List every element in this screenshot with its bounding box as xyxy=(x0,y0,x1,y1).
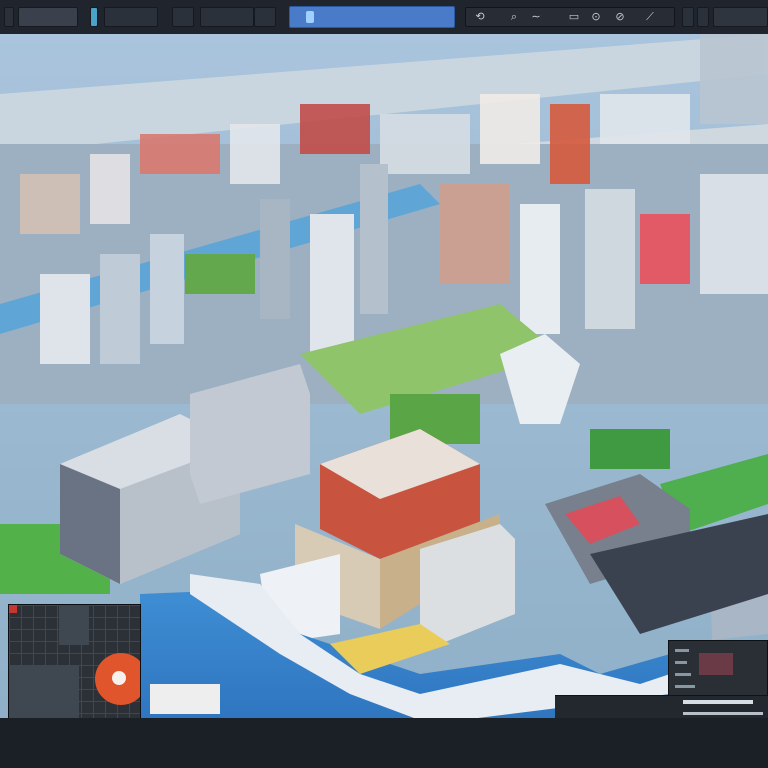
status-progress-bar xyxy=(683,700,753,704)
search-icon xyxy=(306,11,314,23)
info-row xyxy=(675,649,689,652)
save-icon[interactable] xyxy=(172,7,194,27)
minimap[interactable] xyxy=(8,604,141,732)
info-row xyxy=(675,661,687,664)
bottom-bar xyxy=(0,718,768,768)
view-switch-button[interactable] xyxy=(104,7,158,27)
zoom-icon[interactable]: ⌕ xyxy=(506,10,522,24)
brush-icon[interactable]: ⟋ xyxy=(642,10,658,24)
undo-icon[interactable]: ⟲ xyxy=(472,10,488,24)
minimap-close-icon[interactable] xyxy=(9,605,17,613)
rotate-icon[interactable]: ⊙ xyxy=(588,10,604,24)
pan-icon[interactable]: ∼ xyxy=(528,10,544,24)
settings-icon[interactable] xyxy=(682,7,694,27)
help-icon[interactable] xyxy=(697,7,709,27)
mode-indicator xyxy=(90,7,98,27)
layers-icon[interactable]: ⊘ xyxy=(612,10,628,24)
info-row xyxy=(675,673,691,676)
file-icon[interactable] xyxy=(4,7,14,27)
info-row xyxy=(675,685,695,688)
camera-center-icon xyxy=(112,671,126,685)
status-secondary-bar xyxy=(683,712,763,715)
object-preview-panel[interactable] xyxy=(668,640,768,696)
minimap-region xyxy=(59,605,89,645)
editor-window: ⟲ ⌕ ∼ ▭ ⊙ ⊘ ⟋ xyxy=(0,0,768,768)
chevron-right-icon[interactable] xyxy=(254,7,276,27)
tool-strip: ⟲ ⌕ ∼ ▭ ⊙ ⊘ ⟋ xyxy=(465,7,675,27)
project-name-field[interactable] xyxy=(18,7,78,27)
edit-icon[interactable]: ▭ xyxy=(566,10,582,24)
scene-selector[interactable] xyxy=(200,7,254,27)
account-button[interactable] xyxy=(713,7,768,27)
top-toolbar: ⟲ ⌕ ∼ ▭ ⊙ ⊘ ⟋ xyxy=(0,0,768,35)
search-bar[interactable] xyxy=(289,6,455,28)
object-thumbnail xyxy=(699,653,733,675)
